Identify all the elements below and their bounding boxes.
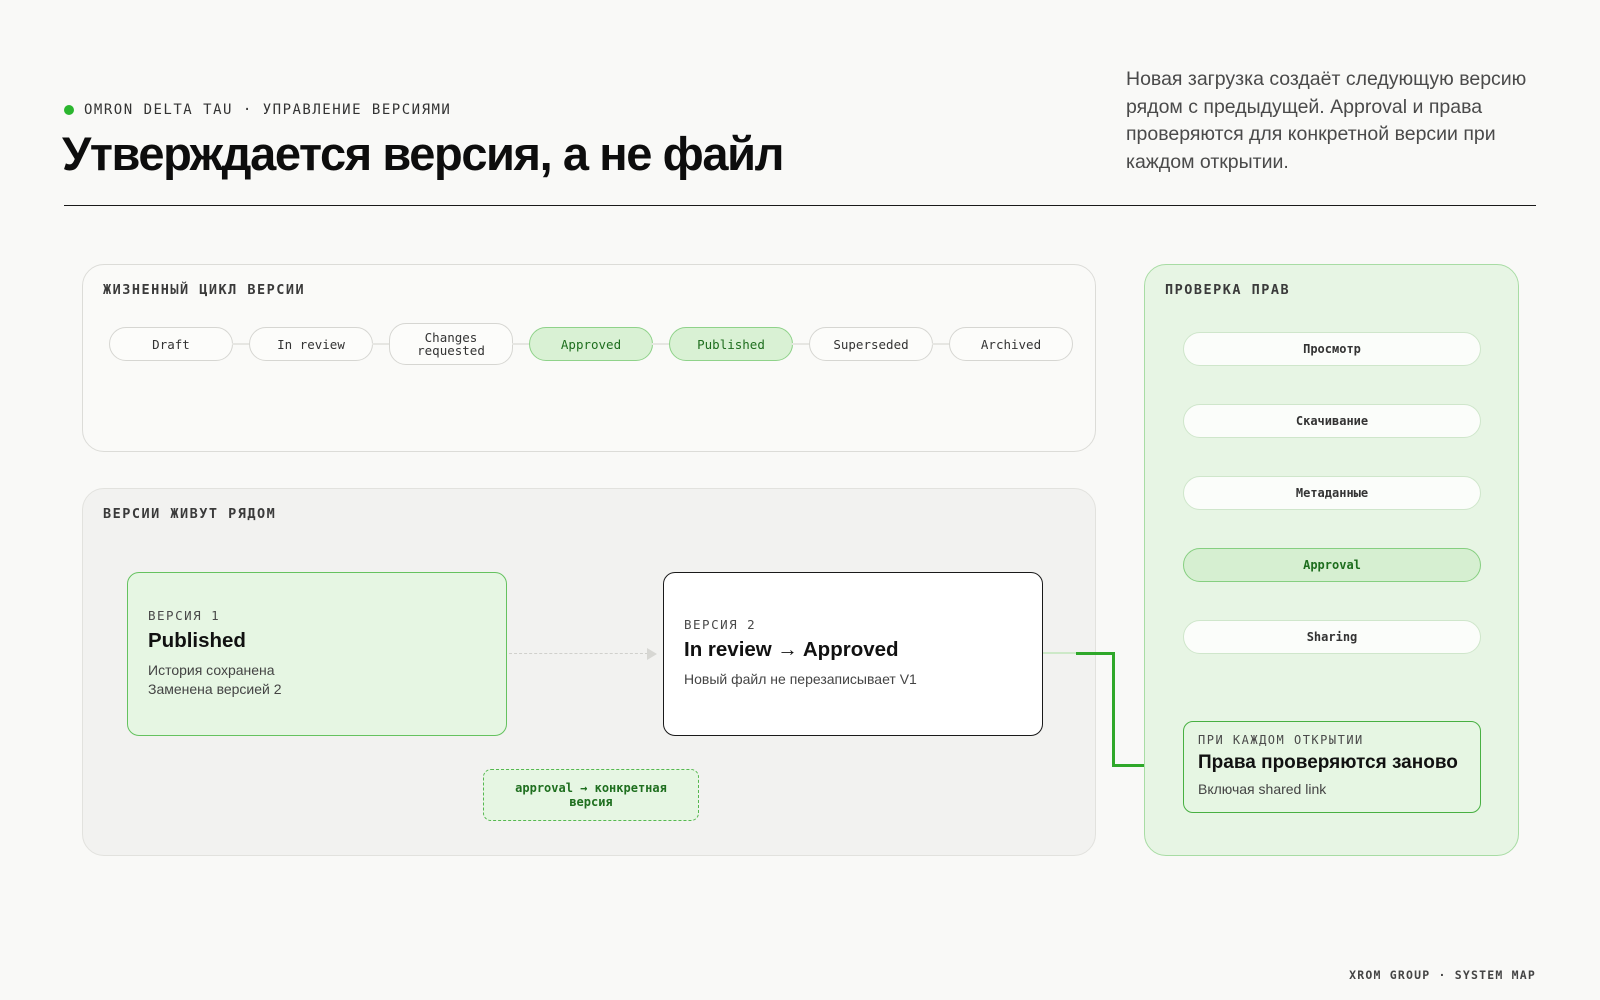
footer-credit: XROM GROUP · SYSTEM MAP (1349, 968, 1536, 982)
page-title: Утверждается версия, а не файл (62, 127, 784, 180)
stage-connector (932, 343, 950, 345)
rights-check-item: Approval (1183, 548, 1481, 582)
header-divider (64, 205, 1536, 206)
stage-published: Published (669, 327, 793, 361)
stage-connector (372, 343, 390, 345)
versions-panel: ВЕРСИИ ЖИВУТ РЯДОМ ВЕРСИЯ 1 Published Ис… (82, 488, 1096, 856)
version-1-status: Published (148, 629, 246, 652)
versions-title: ВЕРСИИ ЖИВУТ РЯДОМ (103, 506, 277, 522)
version-2-status: In review → Approved (684, 638, 899, 661)
version-2-label: ВЕРСИЯ 2 (684, 617, 757, 632)
stage-connector (232, 343, 250, 345)
version-1-card: ВЕРСИЯ 1 Published История сохранена Зам… (127, 572, 507, 736)
rights-panel: ПРОВЕРКА ПРАВ Просмотр Скачивание Метаданн… (1144, 264, 1519, 856)
connector-line (1112, 652, 1115, 766)
recheck-title: Права проверяются заново (1198, 752, 1458, 773)
lifecycle-title: ЖИЗНЕННЫЙ ЦИКЛ ВЕРСИИ (103, 282, 306, 298)
version-link-line (509, 653, 653, 654)
stage-connector (652, 343, 670, 345)
recheck-desc: Включая shared link (1198, 781, 1327, 797)
rights-check-item: Метаданные (1183, 476, 1481, 510)
version-1-label: ВЕРСИЯ 1 (148, 608, 221, 623)
lead-paragraph: Новая загрузка создаёт следующую версию … (1126, 68, 1527, 173)
connector-line (1076, 652, 1114, 655)
stage-archived: Archived (949, 327, 1073, 361)
eyebrow: OMRON DELTA TAU · УПРАВЛЕНИЕ ВЕРСИЯМИ (64, 102, 451, 118)
version-1-note: История сохранена (148, 662, 275, 678)
version-1-notes: История сохранена Заменена версией 2 (148, 661, 486, 699)
arrow-right-icon (647, 648, 657, 660)
recheck-card: ПРИ КАЖДОМ ОТКРЫТИИ Права проверяются за… (1183, 721, 1481, 813)
version-2-note: Новый файл не перезаписывает V1 (684, 671, 917, 687)
stage-in-review: In review (249, 327, 373, 361)
rights-check-item: Скачивание (1183, 404, 1481, 438)
recheck-label: ПРИ КАЖДОМ ОТКРЫТИИ (1198, 733, 1364, 747)
eyebrow-text: OMRON DELTA TAU · УПРАВЛЕНИЕ ВЕРСИЯМИ (84, 102, 452, 118)
version-1-note: Заменена версией 2 (148, 681, 282, 697)
stage-superseded: Superseded (809, 327, 933, 361)
approval-note: approval → конкретная версия (483, 769, 699, 821)
lifecycle-panel: ЖИЗНЕННЫЙ ЦИКЛ ВЕРСИИ Draft In review Chan… (82, 264, 1096, 452)
status-dot-icon (64, 105, 74, 115)
rights-check-item: Просмотр (1183, 332, 1481, 366)
rights-check-item: Sharing (1183, 620, 1481, 654)
stage-changes-requested: Changes requested (389, 323, 513, 365)
stage-connector (512, 343, 530, 345)
stage-connector (792, 343, 810, 345)
stage-draft: Draft (109, 327, 233, 361)
version-2-card: ВЕРСИЯ 2 In review → Approved Новый файл… (663, 572, 1043, 736)
stage-approved: Approved (529, 327, 653, 361)
rights-title: ПРОВЕРКА ПРАВ (1165, 282, 1291, 298)
